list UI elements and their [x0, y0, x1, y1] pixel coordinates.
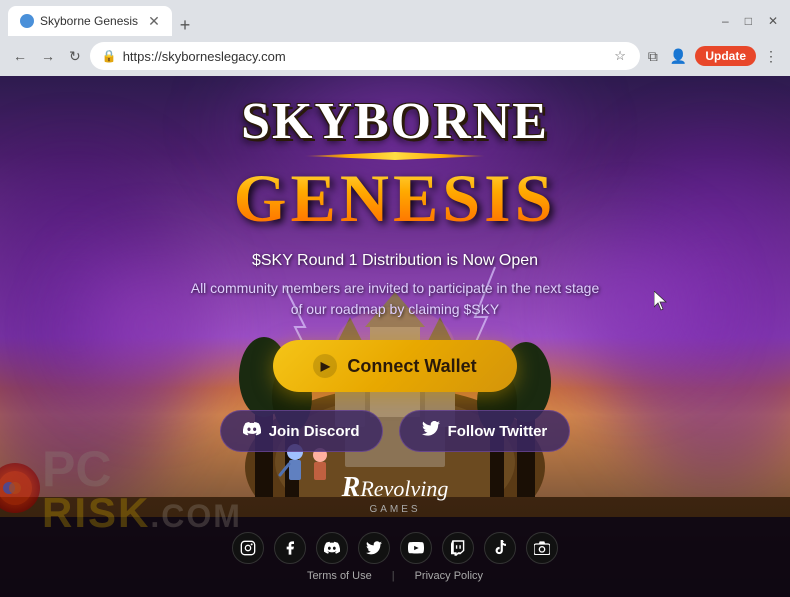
- update-button[interactable]: Update: [695, 46, 756, 66]
- revolving-games-logo: RRevolving GAMES: [342, 472, 449, 515]
- facebook-icon[interactable]: [274, 532, 306, 564]
- camera-icon[interactable]: [526, 532, 558, 564]
- browser-actions: ⧉ 👤 Update ⋮: [644, 44, 782, 69]
- footer-links: Terms of Use | Privacy Policy: [307, 570, 483, 582]
- social-buttons-row: Join Discord Follow Twitter: [220, 410, 571, 452]
- minimize-button[interactable]: –: [718, 12, 733, 30]
- browser-chrome: Skyborne Genesis ✕ + – □ ✕ ← → ↻ 🔒 https…: [0, 0, 790, 76]
- tiktok-icon[interactable]: [484, 532, 516, 564]
- page-content: SKYBORNE GENESIS $SKY Round 1 Distributi…: [0, 76, 790, 597]
- tab-area: Skyborne Genesis ✕ +: [8, 6, 718, 36]
- lock-icon: 🔒: [102, 49, 117, 63]
- tab-title: Skyborne Genesis: [40, 14, 138, 28]
- new-tab-button[interactable]: +: [174, 14, 197, 36]
- bookmark-icon[interactable]: ☆: [612, 46, 628, 66]
- logo-decoration: [295, 152, 495, 160]
- subtitle-sub-line1: All community members are invited to par…: [191, 280, 600, 296]
- address-field[interactable]: 🔒 https://skyborneslegacy.com ☆: [90, 42, 640, 70]
- instagram-icon[interactable]: [232, 532, 264, 564]
- maximize-button[interactable]: □: [741, 12, 756, 30]
- revolving-sublabel: GAMES: [342, 504, 449, 515]
- subtitle-area: $SKY Round 1 Distribution is Now Open Al…: [191, 252, 600, 320]
- profile-button[interactable]: 👤: [666, 44, 691, 69]
- logo-container: SKYBORNE GENESIS: [234, 96, 557, 232]
- title-bar: Skyborne Genesis ✕ + – □ ✕: [0, 0, 790, 36]
- close-window-button[interactable]: ✕: [764, 12, 782, 30]
- footer-social-icons: [232, 532, 558, 564]
- logo-genesis: GENESIS: [234, 164, 557, 232]
- logo-skyborne: SKYBORNE: [234, 96, 557, 148]
- privacy-policy-link[interactable]: Privacy Policy: [415, 570, 483, 582]
- subtitle-sub: All community members are invited to par…: [191, 278, 600, 320]
- back-button[interactable]: ←: [8, 45, 32, 67]
- subtitle-main: $SKY Round 1 Distribution is Now Open: [191, 252, 600, 270]
- twitter-icon: [422, 421, 440, 441]
- footer-discord-icon[interactable]: [316, 532, 348, 564]
- connect-wallet-button[interactable]: ▶ Connect Wallet: [273, 340, 516, 392]
- menu-button[interactable]: ⋮: [760, 44, 782, 69]
- refresh-button[interactable]: ↻: [64, 45, 86, 67]
- tab-close-btn[interactable]: ✕: [148, 14, 160, 28]
- wallet-icon: ▶: [313, 354, 337, 378]
- connect-wallet-label: Connect Wallet: [347, 356, 476, 377]
- follow-twitter-button[interactable]: Follow Twitter: [399, 410, 571, 452]
- footer-divider: |: [392, 570, 395, 582]
- follow-twitter-label: Follow Twitter: [448, 423, 548, 440]
- window-controls: – □ ✕: [718, 12, 782, 30]
- url-text: https://skyborneslegacy.com: [123, 49, 607, 64]
- youtube-icon[interactable]: [400, 532, 432, 564]
- address-icons: ☆: [612, 46, 628, 66]
- subtitle-sub-line2: of our roadmap by claiming $SKY: [291, 301, 500, 317]
- join-discord-button[interactable]: Join Discord: [220, 410, 383, 452]
- address-bar-row: ← → ↻ 🔒 https://skyborneslegacy.com ☆ ⧉ …: [0, 36, 790, 76]
- twitch-icon[interactable]: [442, 532, 474, 564]
- discord-icon: [243, 422, 261, 441]
- browser-tab[interactable]: Skyborne Genesis ✕: [8, 6, 172, 36]
- footer-bar: Terms of Use | Privacy Policy: [0, 517, 790, 597]
- revolving-r: R: [342, 472, 361, 503]
- join-discord-label: Join Discord: [269, 423, 360, 440]
- footer-twitter-icon[interactable]: [358, 532, 390, 564]
- tab-favicon: [20, 14, 34, 28]
- revolving-label: Revolving: [360, 476, 448, 501]
- forward-button[interactable]: →: [36, 45, 60, 67]
- terms-of-use-link[interactable]: Terms of Use: [307, 570, 372, 582]
- extensions-button[interactable]: ⧉: [644, 44, 662, 69]
